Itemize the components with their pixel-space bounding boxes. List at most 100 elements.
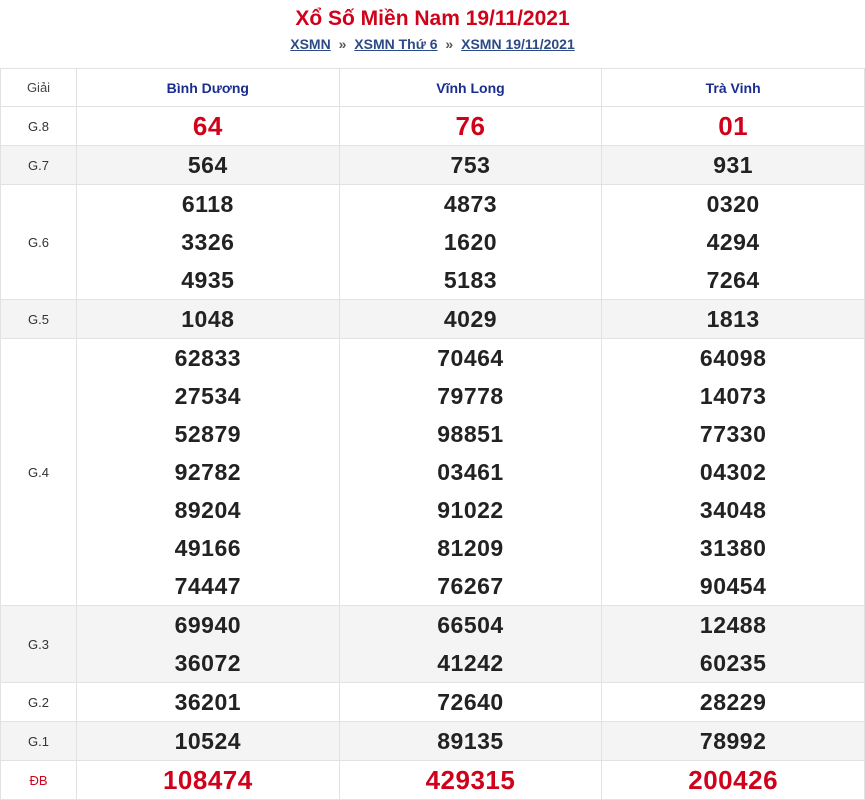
winning-number: 931	[713, 152, 754, 178]
result-cell-vinh-long: 76	[338, 106, 603, 146]
winning-number: 76267	[437, 573, 504, 599]
winning-number: 3326	[181, 229, 235, 255]
result-cell-tra-vinh: 12488 60235	[601, 605, 865, 683]
prize-row: G.6 6118 3326 4935 4873 1620 5183 0320 4294 7264	[0, 184, 865, 300]
winning-number: 89135	[437, 728, 504, 754]
result-cell-binh-duong: 69940 36072	[76, 605, 340, 683]
winning-number: 10524	[174, 728, 242, 754]
prize-label: G.3	[0, 605, 77, 683]
breadcrumb-separator: »	[338, 36, 347, 52]
winning-number: 41242	[437, 650, 504, 676]
winning-number: 70464	[437, 345, 504, 371]
prize-label: ĐB	[0, 760, 77, 800]
province-header-vinh-long: Vĩnh Long	[338, 68, 603, 107]
result-cell-tra-vinh: 64098 14073 77330 04302 34048 31380 90454	[601, 338, 865, 606]
result-cell-vinh-long: 4029	[338, 299, 603, 339]
prize-row: G.3 69940 36072 66504 41242 12488 60235	[0, 605, 865, 683]
breadcrumb-separator: »	[445, 36, 454, 52]
province-header-binh-duong: Bình Dương	[76, 68, 340, 107]
breadcrumb-link-xsmn[interactable]: XSMN	[290, 36, 330, 52]
prize-label: G.8	[0, 106, 77, 146]
header-row: Giải Bình Dương Vĩnh Long Trà Vinh	[0, 68, 865, 107]
winning-number: 36201	[174, 689, 242, 715]
result-cell-tra-vinh: 01	[601, 106, 865, 146]
result-cell-binh-duong: 64	[76, 106, 340, 146]
result-cell-tra-vinh: 931	[601, 145, 865, 185]
prize-label: G.2	[0, 682, 77, 722]
winning-number: 77330	[699, 421, 767, 447]
winning-number: 04302	[699, 459, 767, 485]
winning-number: 31380	[699, 535, 767, 561]
winning-number: 36072	[174, 650, 242, 676]
winning-number: 89204	[174, 497, 242, 523]
winning-number: 01	[718, 111, 749, 141]
winning-number: 753	[450, 152, 491, 178]
winning-number: 52879	[174, 421, 242, 447]
winning-number: 429315	[425, 765, 516, 795]
winning-number: 4873	[443, 191, 498, 217]
prize-column-header: Giải	[0, 68, 77, 107]
winning-number: 66504	[437, 612, 504, 638]
winning-number: 200426	[688, 765, 779, 795]
winning-number: 91022	[437, 497, 504, 523]
result-cell-binh-duong: 564	[76, 145, 340, 185]
winning-number: 5183	[443, 267, 498, 293]
winning-number: 79778	[437, 383, 504, 409]
result-cell-tra-vinh: 1813	[601, 299, 865, 339]
winning-number: 64098	[699, 345, 767, 371]
prize-label: G.5	[0, 299, 77, 339]
prize-row: G.5 1048 4029 1813	[0, 299, 865, 339]
province-header-tra-vinh: Trà Vinh	[601, 68, 865, 107]
winning-number: 6118	[181, 191, 234, 217]
result-cell-tra-vinh: 0320 4294 7264	[601, 184, 865, 300]
result-cell-binh-duong: 36201	[76, 682, 340, 722]
result-cell-binh-duong: 108474	[76, 760, 340, 800]
breadcrumb-link-xsmn-thu-6[interactable]: XSMN Thứ 6	[354, 36, 437, 52]
winning-number: 60235	[699, 650, 767, 676]
winning-number: 1048	[181, 306, 235, 332]
winning-number: 34048	[699, 497, 767, 523]
result-cell-vinh-long: 429315	[338, 760, 603, 800]
prize-row: G.7 564 753 931	[0, 145, 865, 185]
winning-number: 4029	[443, 306, 498, 332]
winning-number: 64	[192, 111, 223, 141]
winning-number: 90454	[699, 573, 767, 599]
result-cell-tra-vinh: 200426	[601, 760, 865, 800]
result-cell-vinh-long: 4873 1620 5183	[338, 184, 603, 300]
winning-number: 81209	[437, 535, 504, 561]
result-cell-vinh-long: 70464 79778 98851 03461 91022 81209 76267	[338, 338, 603, 606]
winning-number: 03461	[437, 459, 504, 485]
prize-label: G.7	[0, 145, 77, 185]
winning-number: 28229	[699, 689, 767, 715]
winning-number: 1620	[443, 229, 498, 255]
winning-number: 74447	[174, 573, 242, 599]
winning-number: 14073	[699, 383, 767, 409]
result-cell-tra-vinh: 28229	[601, 682, 865, 722]
page-title: Xổ Số Miền Nam 19/11/2021	[295, 7, 570, 30]
prize-row: G.2 36201 72640 28229	[0, 682, 865, 722]
winning-number: 76	[455, 111, 486, 141]
result-cell-binh-duong: 6118 3326 4935	[76, 184, 340, 300]
winning-number: 0320	[706, 191, 760, 217]
breadcrumb: XSMN » XSMN Thứ 6 » XSMN 19/11/2021	[0, 32, 865, 56]
breadcrumb-link-xsmn-date[interactable]: XSMN 19/11/2021	[461, 36, 575, 52]
prize-label: G.6	[0, 184, 77, 300]
winning-number: 564	[187, 152, 228, 178]
results-table: Giải Bình Dương Vĩnh Long Trà Vinh G.8 64…	[0, 68, 865, 800]
result-cell-binh-duong: 62833 27534 52879 92782 89204 49166 74447	[76, 338, 340, 606]
winning-number: 62833	[174, 345, 242, 371]
result-cell-vinh-long: 66504 41242	[338, 605, 603, 683]
result-cell-vinh-long: 72640	[338, 682, 603, 722]
prize-row: G.1 10524 89135 78992	[0, 721, 865, 761]
prize-label: G.4	[0, 338, 77, 606]
winning-number: 108474	[162, 765, 253, 795]
prize-row: G.8 64 76 01	[0, 106, 865, 146]
winning-number: 92782	[174, 459, 242, 485]
results-body: G.8 64 76 01 G.7 564 753 931 G.6 6118 3326 4935 4873…	[0, 106, 865, 800]
winning-number: 78992	[699, 728, 767, 754]
winning-number: 4935	[181, 267, 235, 293]
winning-number: 98851	[437, 421, 504, 447]
prize-row: G.4 62833 27534 52879 92782 89204 49166 74447 70…	[0, 338, 865, 606]
winning-number: 69940	[174, 612, 242, 638]
winning-number: 72640	[437, 689, 504, 715]
